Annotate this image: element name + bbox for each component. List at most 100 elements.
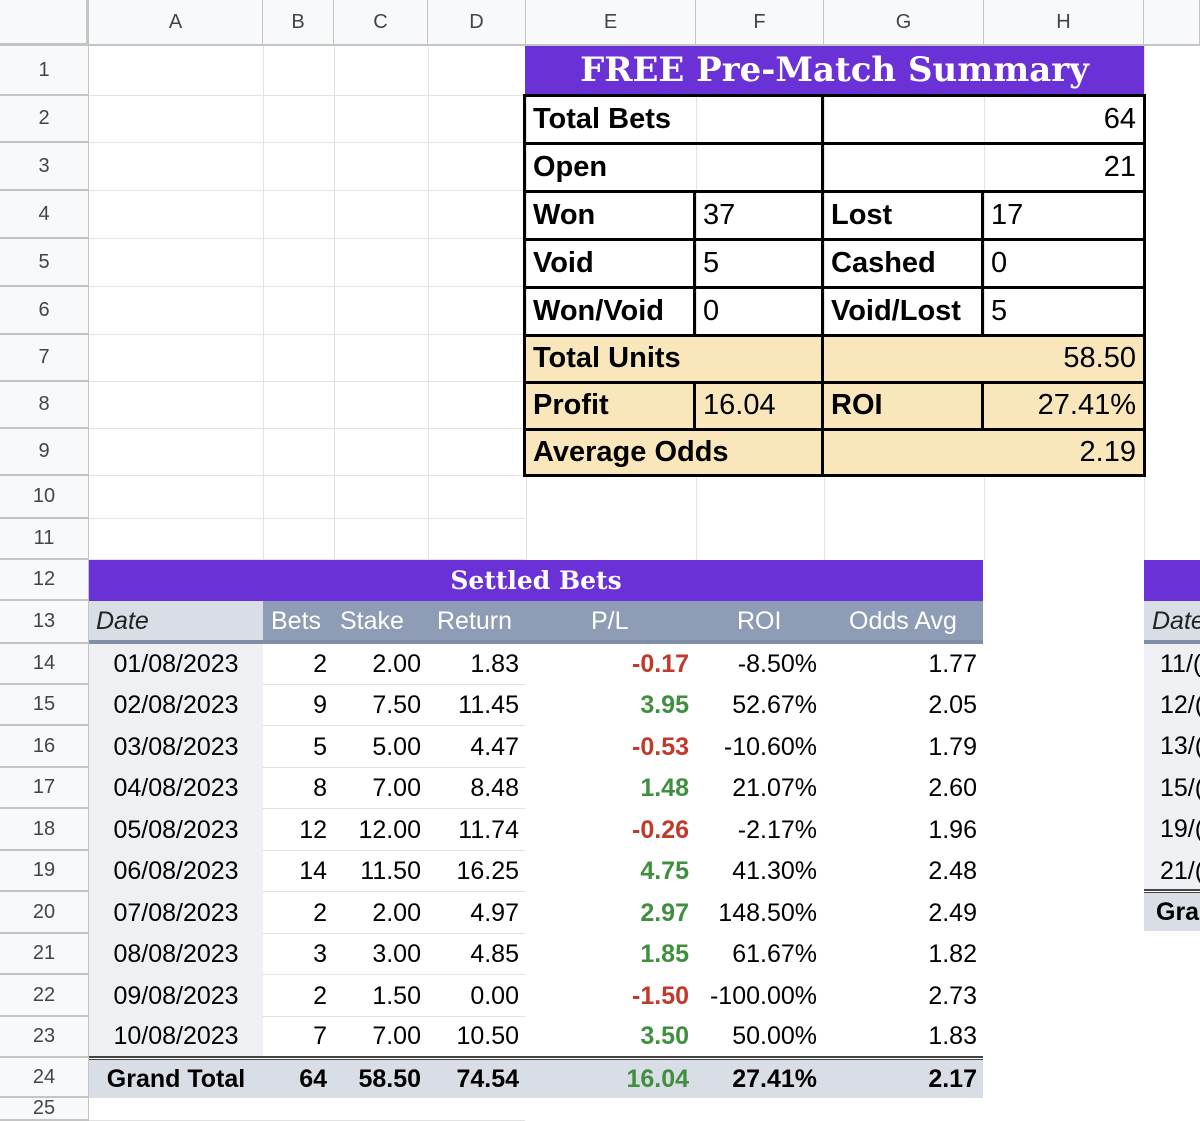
row-header-1[interactable]: 1 [0,46,89,96]
row-header-10[interactable]: 10 [0,476,89,519]
cell-odds[interactable]: 2.49 [824,892,984,934]
spreadsheet-grid[interactable]: ABCDEFGH 1 2 3 4 5 6 7 8 9 10 11 12 13 14 15 16 17 18 19 20… [0,0,1200,1121]
cell-date[interactable]: 10/08/2023 [89,1017,263,1056]
cell-return[interactable]: 11.74 [428,809,526,851]
cell-stake[interactable]: 2.00 [334,892,428,934]
cell-pl[interactable]: -0.53 [526,726,696,768]
row-header-6[interactable]: 6 [0,287,89,335]
select-all-corner[interactable] [0,0,89,46]
right-cell-date[interactable]: 12/( [1160,685,1200,726]
cell-bets[interactable]: 3 [263,934,334,975]
cell-odds[interactable]: 1.96 [824,809,984,851]
cell-roi[interactable]: -2.17% [696,809,824,851]
cell-pl[interactable]: 4.75 [526,851,696,892]
row-header-25[interactable]: 25 [0,1097,89,1121]
cell-roi[interactable]: 50.00% [696,1017,824,1056]
row-header-15[interactable]: 15 [0,685,89,726]
right-cell-date[interactable]: 19/( [1160,809,1200,850]
cell-pl[interactable]: -0.26 [526,809,696,851]
cell-odds[interactable]: 1.77 [824,644,984,685]
column-header-e[interactable]: E [526,0,696,46]
cell-roi[interactable]: 148.50% [696,892,824,934]
cell-return[interactable]: 8.48 [428,768,526,809]
row-header-18[interactable]: 18 [0,809,89,851]
cell-date[interactable]: 06/08/2023 [89,851,263,892]
cell-pl[interactable]: -0.17 [526,644,696,685]
column-header-a[interactable]: A [89,0,263,46]
row-header-22[interactable]: 22 [0,975,89,1017]
row-header-24[interactable]: 24 [0,1058,89,1098]
cell-return[interactable]: 4.97 [428,892,526,934]
cell-roi[interactable]: 52.67% [696,685,824,726]
cell-date[interactable]: 05/08/2023 [89,809,263,851]
cell-stake[interactable]: 5.00 [334,726,428,768]
cell-date[interactable]: 03/08/2023 [89,726,263,768]
column-header-next[interactable] [1144,0,1200,46]
row-header-13[interactable]: 13 [0,601,89,644]
cell-date[interactable]: 01/08/2023 [89,644,263,685]
row-header-21[interactable]: 21 [0,934,89,975]
column-header-d[interactable]: D [428,0,526,46]
cell-pl[interactable]: -1.50 [526,975,696,1017]
cell-roi[interactable]: 41.30% [696,851,824,892]
cell-odds[interactable]: 2.73 [824,975,984,1017]
cell-bets[interactable]: 2 [263,644,334,685]
right-cell-date[interactable]: 11/( [1160,644,1200,685]
cell-return[interactable]: 0.00 [428,975,526,1017]
cell-bets[interactable]: 14 [263,851,334,892]
cell-odds[interactable]: 1.83 [824,1017,984,1056]
cell-bets[interactable]: 12 [263,809,334,851]
cell-odds[interactable]: 2.48 [824,851,984,892]
column-header-g[interactable]: G [824,0,984,46]
cell-pl[interactable]: 1.85 [526,934,696,975]
right-cell-date[interactable]: 21/( [1160,851,1200,892]
cell-pl[interactable]: 1.48 [526,768,696,809]
cell-stake[interactable]: 12.00 [334,809,428,851]
cell-pl[interactable]: 2.97 [526,892,696,934]
row-header-4[interactable]: 4 [0,191,89,239]
cell-return[interactable]: 4.47 [428,726,526,768]
row-header-8[interactable]: 8 [0,382,89,429]
cell-stake[interactable]: 7.00 [334,1017,428,1056]
column-header-b[interactable]: B [263,0,334,46]
cell-stake[interactable]: 7.00 [334,768,428,809]
cell-roi[interactable]: -100.00% [696,975,824,1017]
cell-bets[interactable]: 2 [263,975,334,1017]
row-header-3[interactable]: 3 [0,143,89,191]
cell-odds[interactable]: 1.82 [824,934,984,975]
cell-date[interactable]: 08/08/2023 [89,934,263,975]
cell-odds[interactable]: 1.79 [824,726,984,768]
row-header-11[interactable]: 11 [0,519,89,560]
right-cell-date[interactable]: 13/( [1160,726,1200,767]
row-header-12[interactable]: 12 [0,560,89,601]
total-date[interactable]: Grand Total [89,1060,263,1098]
total-bets[interactable]: 64 [263,1060,334,1098]
cell-stake[interactable]: 7.50 [334,685,428,726]
row-header-17[interactable]: 17 [0,768,89,809]
cell-stake[interactable]: 3.00 [334,934,428,975]
cell-pl[interactable]: 3.50 [526,1017,696,1056]
cell-odds[interactable]: 2.60 [824,768,984,809]
cell-return[interactable]: 10.50 [428,1017,526,1056]
cell-roi[interactable]: -8.50% [696,644,824,685]
right-cell-date[interactable]: 15/( [1160,768,1200,809]
cell-date[interactable]: 04/08/2023 [89,768,263,809]
cell-return[interactable]: 4.85 [428,934,526,975]
column-header-h[interactable]: H [984,0,1144,46]
row-header-20[interactable]: 20 [0,892,89,934]
row-header-7[interactable]: 7 [0,335,89,382]
cell-odds[interactable]: 2.05 [824,685,984,726]
total-roi[interactable]: 27.41% [696,1060,824,1098]
row-header-14[interactable]: 14 [0,644,89,685]
column-header-f[interactable]: F [696,0,824,46]
cell-return[interactable]: 16.25 [428,851,526,892]
total-return[interactable]: 74.54 [428,1060,526,1098]
cell-bets[interactable]: 9 [263,685,334,726]
total-stake[interactable]: 58.50 [334,1060,428,1098]
cell-bets[interactable]: 5 [263,726,334,768]
cell-bets[interactable]: 2 [263,892,334,934]
cell-return[interactable]: 1.83 [428,644,526,685]
cell-roi[interactable]: -10.60% [696,726,824,768]
cell-date[interactable]: 02/08/2023 [89,685,263,726]
cell-return[interactable]: 11.45 [428,685,526,726]
